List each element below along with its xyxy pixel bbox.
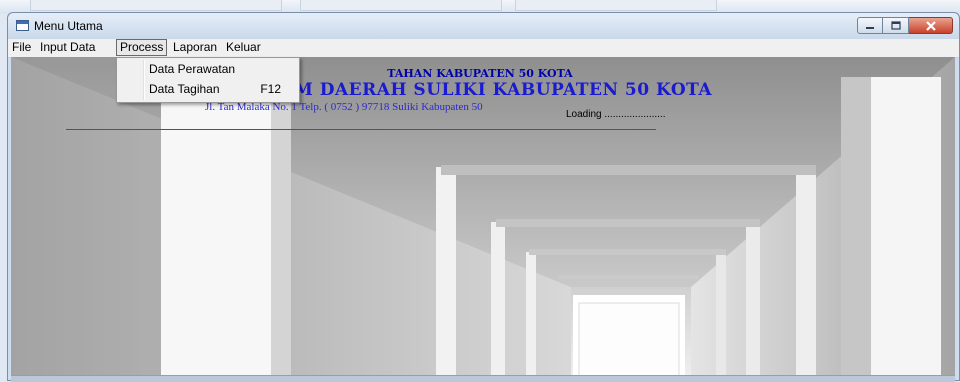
menu-laporan[interactable]: Laporan bbox=[170, 40, 220, 55]
window-app-icon[interactable] bbox=[16, 20, 29, 31]
background-window-edge bbox=[30, 0, 282, 11]
minimize-icon bbox=[866, 26, 874, 29]
menu-bar: File Input Data Process Laporan Keluar bbox=[8, 39, 959, 58]
header-divider bbox=[66, 129, 656, 130]
menu-item-label: Data Tagihan bbox=[149, 82, 220, 96]
close-button[interactable] bbox=[909, 17, 953, 34]
maximize-icon bbox=[890, 21, 901, 30]
close-icon bbox=[925, 20, 936, 31]
header-hospital-title: M DAERAH SULIKI KABUPATEN 50 KOTA bbox=[294, 80, 713, 100]
corridor-background-image bbox=[11, 57, 955, 377]
title-bar[interactable]: Menu Utama bbox=[8, 13, 959, 39]
menu-item-label: Data Perawatan bbox=[149, 62, 236, 76]
window-title: Menu Utama bbox=[34, 19, 103, 33]
maximize-button[interactable] bbox=[883, 17, 909, 34]
minimize-button[interactable] bbox=[857, 17, 883, 34]
menu-file[interactable]: File bbox=[9, 40, 34, 55]
menu-keluar[interactable]: Keluar bbox=[223, 40, 264, 55]
mdi-client-area bbox=[11, 57, 955, 377]
menu-item-shortcut: F12 bbox=[260, 82, 281, 96]
window-controls bbox=[857, 17, 953, 34]
menu-process[interactable]: Process bbox=[116, 39, 168, 56]
process-dropdown-menu: Data Perawatan Data Tagihan F12 bbox=[116, 57, 300, 103]
loading-text: Loading ...................... bbox=[566, 109, 666, 120]
menu-item-data-perawatan[interactable]: Data Perawatan bbox=[119, 59, 297, 79]
background-window-edge bbox=[515, 0, 717, 11]
background-window-edge bbox=[300, 0, 502, 11]
menu-input-data[interactable]: Input Data bbox=[37, 40, 98, 55]
menu-item-data-tagihan[interactable]: Data Tagihan F12 bbox=[119, 79, 297, 99]
